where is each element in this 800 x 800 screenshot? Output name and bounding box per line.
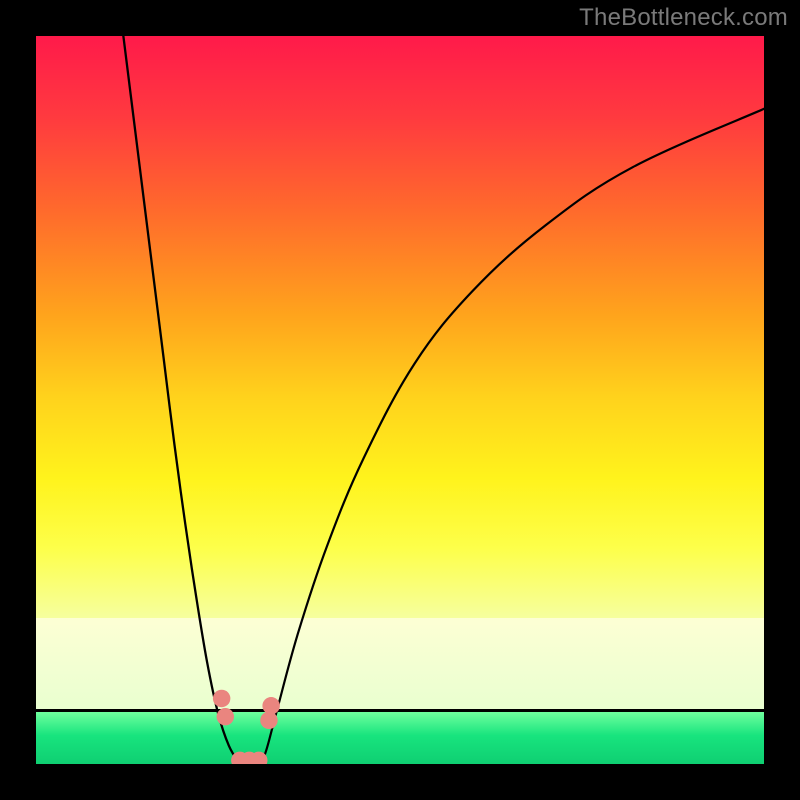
chart-canvas: TheBottleneck.com xyxy=(0,0,800,800)
watermark-text: TheBottleneck.com xyxy=(579,4,788,32)
left-curve xyxy=(123,36,239,764)
plot-area xyxy=(36,36,764,764)
curves-svg xyxy=(36,36,764,764)
right-curve xyxy=(258,109,764,764)
marker-dot xyxy=(217,708,234,725)
marker-dot xyxy=(262,697,279,714)
marker-dot xyxy=(213,690,230,707)
